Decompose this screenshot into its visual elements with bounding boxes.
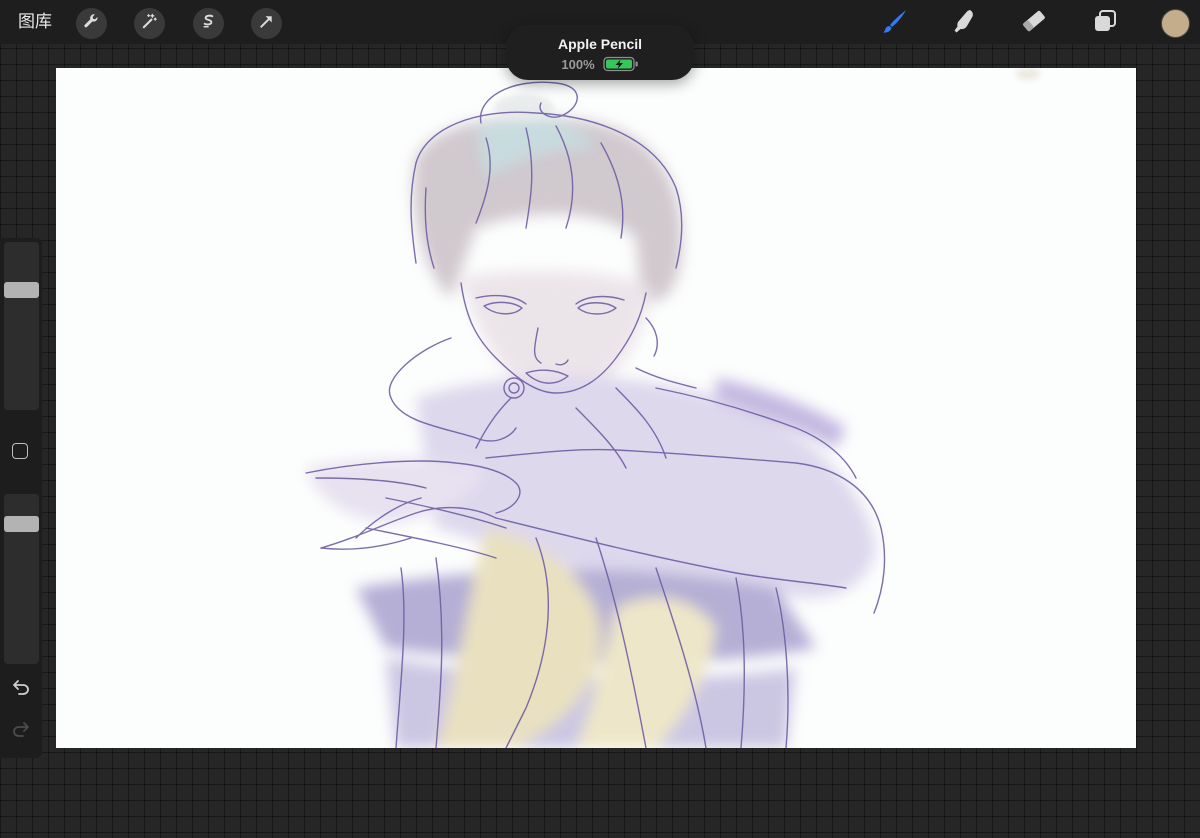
gallery-button[interactable]: 图库 <box>18 12 52 32</box>
smudge-finger-icon <box>950 7 978 40</box>
brush-button[interactable] <box>878 6 912 40</box>
adjustments-button[interactable] <box>134 8 165 39</box>
undo-button[interactable] <box>9 678 33 700</box>
color-swatch-button[interactable] <box>1161 9 1190 38</box>
undo-arrow-icon <box>11 678 31 701</box>
sketch-artwork <box>305 68 1040 748</box>
eraser-icon <box>1020 7 1048 40</box>
redo-button[interactable] <box>9 720 33 742</box>
battery-charging-icon <box>602 56 639 72</box>
brush-size-slider-handle[interactable] <box>4 281 39 298</box>
pencil-device-name: Apple Pencil <box>557 36 643 52</box>
transform-button[interactable] <box>251 8 282 39</box>
wrench-icon <box>82 12 101 36</box>
brush-size-slider[interactable] <box>4 242 39 410</box>
drawing-canvas[interactable] <box>56 68 1136 748</box>
opacity-slider[interactable] <box>4 494 39 664</box>
brush-icon <box>881 7 909 40</box>
eraser-button[interactable] <box>1017 6 1051 40</box>
layers-button[interactable] <box>1088 6 1122 40</box>
apple-pencil-battery-popup: Apple Pencil 100% <box>506 25 694 80</box>
arrow-cursor-icon <box>257 12 276 36</box>
redo-arrow-icon <box>11 720 31 743</box>
smudge-button[interactable] <box>947 6 981 40</box>
opacity-slider-handle[interactable] <box>4 515 39 532</box>
pencil-battery-row: 100% <box>506 56 694 72</box>
magic-wand-icon <box>140 12 159 36</box>
left-sidebar <box>0 238 42 758</box>
actions-button[interactable] <box>76 8 107 39</box>
layers-icon <box>1091 7 1119 40</box>
selection-button[interactable] <box>193 8 224 39</box>
square-modify-icon[interactable] <box>12 443 28 459</box>
selection-s-icon <box>199 12 218 36</box>
battery-percentage: 100% <box>561 56 595 72</box>
